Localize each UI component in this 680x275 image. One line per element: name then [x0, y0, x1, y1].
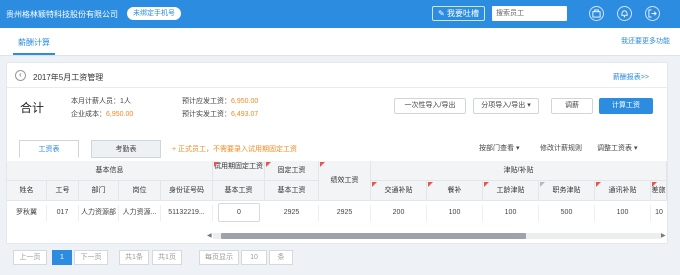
prev-page-button[interactable]: 上一页 [13, 250, 47, 265]
probation-notice: + 正式员工，不需要录入试用期固定工资 [172, 146, 298, 153]
header-transport: 交通补贴 [371, 181, 427, 201]
chevron-down-icon: ▾ [515, 145, 520, 152]
marker-icon [484, 182, 489, 187]
group-header-basic-info: 基本信息 [7, 161, 213, 181]
cell-job-allowance[interactable]: 500 [539, 205, 595, 221]
header-name: 姓名 [7, 181, 47, 201]
total-pages: 共1页 [152, 250, 182, 265]
salary-report-link[interactable]: 薪酬报表>> [613, 72, 649, 82]
marker-icon [372, 182, 377, 187]
cell-meal[interactable]: 100 [427, 205, 483, 221]
modify-rules-link[interactable]: 修改计薪规则 [540, 143, 582, 153]
cell-id-no: 51132219... [161, 205, 213, 221]
view-by-department-button[interactable]: 按部门查看 ▾ [479, 143, 519, 153]
cell-seniority[interactable]: 100 [483, 205, 539, 221]
cell-emp-no: 017 [47, 205, 79, 221]
per-page-unit: 条 [269, 250, 293, 265]
group-header-allowance: 津贴/补贴 [371, 161, 667, 181]
page-1-button[interactable]: 1 [52, 250, 72, 265]
cell-performance[interactable]: 2925 [319, 205, 371, 221]
feedback-label: 我要吐槽 [446, 9, 479, 18]
company-name: 贵州格林颖特科技股份有限公司 [6, 10, 118, 19]
header-base-salary: 基本工资 [265, 181, 319, 201]
calculate-salary-button[interactable]: 计算工资 [599, 98, 653, 114]
page-title: 2017年5月工资管理 [33, 73, 104, 82]
cell-name: 罗秋翼 [7, 205, 47, 221]
main-tab-bar: 薪酬计算 我还要更多功能 [0, 28, 680, 56]
bind-phone-button[interactable]: 未绑定手机号 [127, 7, 181, 20]
scroll-left-icon[interactable]: ◀ [207, 232, 212, 239]
header-performance: 绩效工资 [319, 161, 371, 201]
next-page-button[interactable]: 下一页 [74, 250, 108, 265]
salary-management-card: ‹ 2017年5月工资管理 薪酬报表>> 合计 本月计薪人员：1人 企业成本：6… [6, 62, 668, 244]
expected-actual-stat: 预计实发工资：6,493.07 [182, 111, 259, 118]
total-label: 合计 [20, 101, 45, 115]
cell-position: 人力资源... [119, 205, 161, 221]
cell-last[interactable]: 10 [651, 205, 667, 221]
chevron-down-icon: ▾ [527, 102, 531, 109]
header-position: 岗位 [119, 181, 161, 201]
scroll-right-icon[interactable]: ▶ [661, 232, 666, 239]
adjust-table-button[interactable]: 调整工资表 ▾ [597, 143, 637, 153]
header-comm: 通讯补贴 [595, 181, 651, 201]
headcount-stat: 本月计薪人员：1人 [71, 98, 131, 105]
tab-attendance-table[interactable]: 考勤表 [91, 140, 161, 158]
chevron-down-icon: ▾ [633, 145, 638, 152]
feedback-button[interactable]: ✎ 我要吐槽 [432, 6, 485, 21]
theme-icon[interactable] [589, 6, 604, 21]
header-id-no: 身份证号码 [161, 181, 213, 201]
marker-icon [540, 182, 545, 187]
cell-probation-base: 0 [237, 209, 241, 216]
header-seniority: 工龄津贴 [483, 181, 539, 201]
more-features-link[interactable]: 我还要更多功能 [621, 36, 670, 46]
scrollbar-thumb[interactable] [221, 233, 526, 239]
marker-icon [596, 182, 601, 187]
marker-icon [266, 162, 271, 167]
back-button[interactable]: ‹ [15, 70, 26, 81]
top-bar: 贵州格林颖特科技股份有限公司 未绑定手机号 ✎ 我要吐槽 搜索员工 [0, 0, 680, 28]
employee-search-input[interactable]: 搜索员工 [492, 6, 567, 21]
group-header-probation: 试用期固定工资 [213, 161, 265, 181]
header-emp-no: 工号 [47, 181, 79, 201]
marker-icon [214, 162, 219, 167]
adjust-salary-button[interactable]: 调薪 [551, 98, 593, 114]
import-export-once-button[interactable]: 一次性导入/导出 [394, 98, 466, 114]
header-job-allowance: 职务津贴 [539, 181, 595, 201]
marker-icon [652, 182, 657, 187]
marker-icon [428, 182, 433, 187]
header-meal: 餐补 [427, 181, 483, 201]
tab-salary-table[interactable]: 工资表 [19, 140, 79, 158]
horizontal-scrollbar[interactable] [213, 233, 661, 239]
enterprise-cost-stat: 企业成本：6,950.00 [71, 111, 134, 118]
cell-dept: 人力资源部 [79, 205, 119, 221]
chevron-left-icon: ‹ [19, 70, 22, 79]
bell-icon[interactable] [617, 6, 632, 21]
marker-icon [320, 162, 325, 167]
import-export-split-button[interactable]: 分项导入/导出 ▾ [473, 98, 539, 114]
header-probation-base: 基本工资 [213, 181, 265, 201]
logout-icon[interactable] [645, 6, 660, 21]
cell-transport[interactable]: 200 [371, 205, 427, 221]
total-items: 共1条 [119, 250, 149, 265]
per-page-label: 每页显示 [199, 250, 239, 265]
header-dept: 部门 [79, 181, 119, 201]
cell-base-salary[interactable]: 2925 [265, 205, 319, 221]
divider [7, 87, 667, 88]
per-page-select[interactable]: 10 [241, 250, 267, 265]
group-header-fixed-salary: 固定工资 [265, 161, 319, 181]
cell-comm[interactable]: 100 [595, 205, 651, 221]
tab-salary-calculation[interactable]: 薪酬计算 [13, 37, 55, 55]
expected-payable-stat: 预计应发工资：6,950.00 [182, 98, 259, 105]
edit-icon: ✎ [438, 9, 447, 18]
